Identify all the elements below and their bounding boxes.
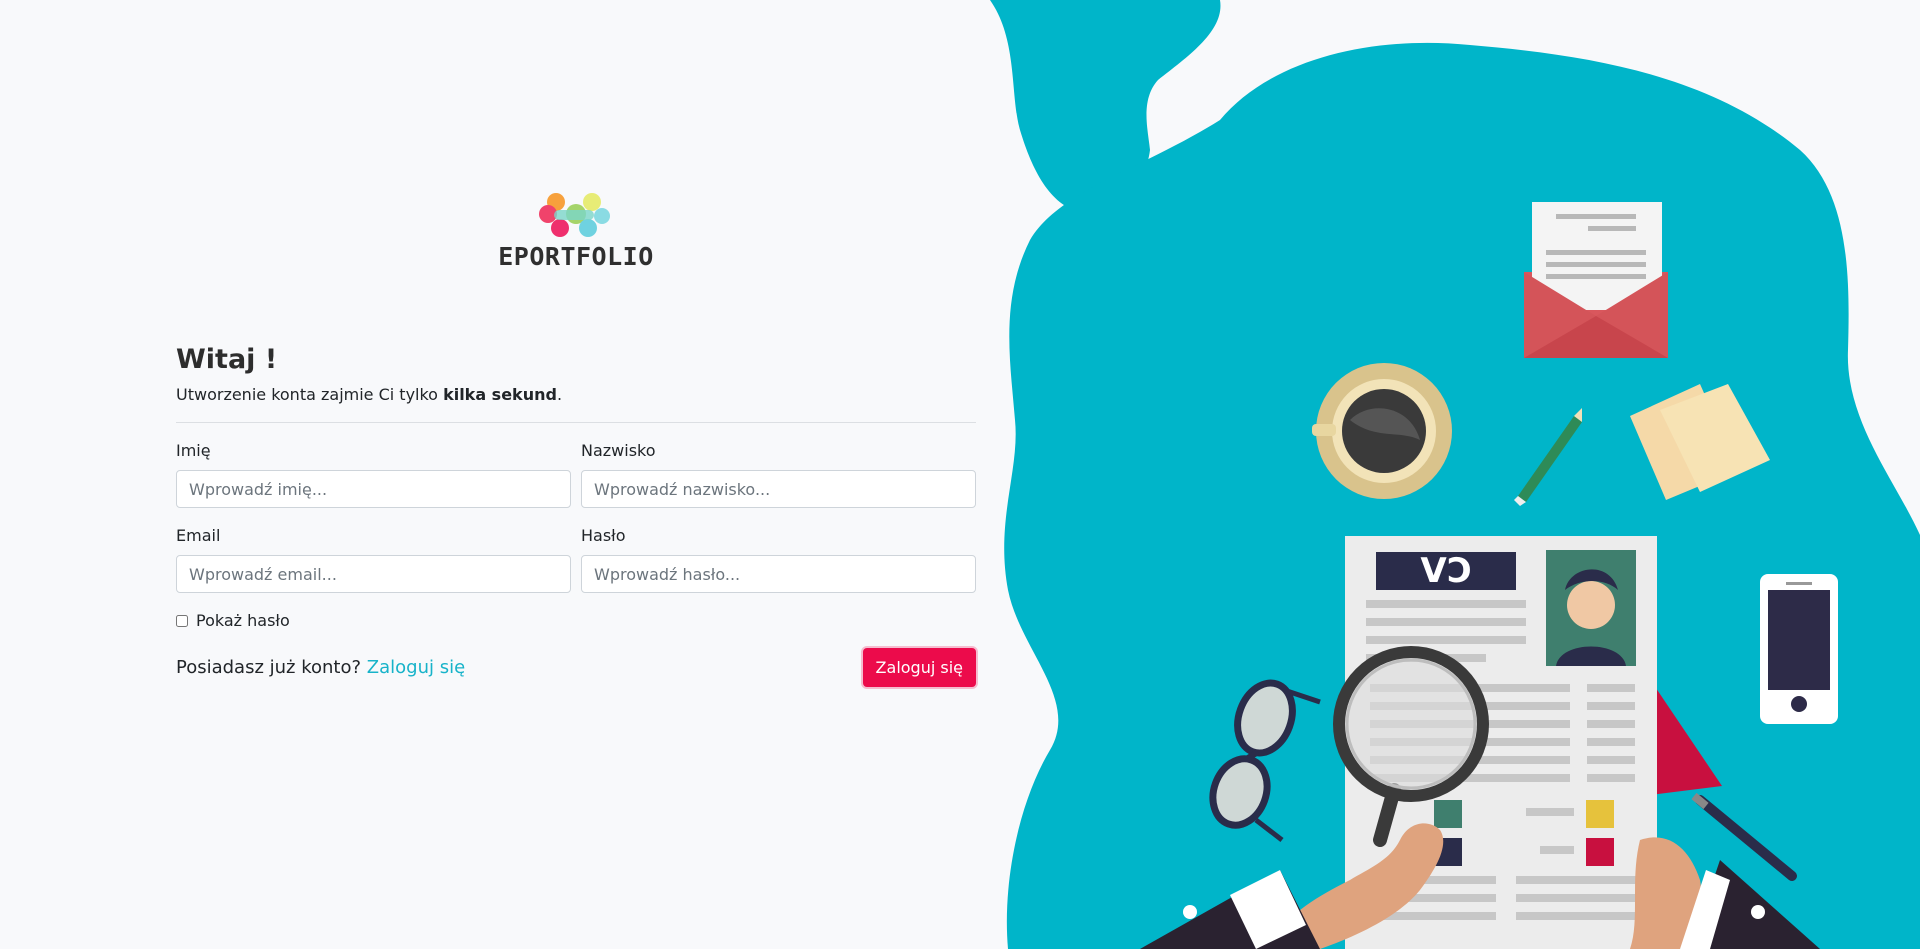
envelope-icon — [1524, 202, 1668, 358]
subtitle-pre: Utworzenie konta zajmie Ci tylko — [176, 385, 444, 404]
show-password-checkbox[interactable] — [176, 614, 188, 627]
last-name-input[interactable] — [581, 470, 976, 508]
credentials-row: Email Hasło — [176, 526, 976, 593]
cv-illustration: CV — [990, 0, 1920, 949]
show-password-row: Pokaż hasło — [176, 611, 976, 630]
signup-form: Witaj ! Utworzenie konta zajmie Ci tylko… — [176, 343, 976, 687]
password-group: Hasło — [581, 526, 976, 593]
first-name-input[interactable] — [176, 470, 571, 508]
email-group: Email — [176, 526, 571, 593]
last-name-label: Nazwisko — [581, 441, 656, 460]
smartphone-icon — [1760, 574, 1838, 724]
email-label: Email — [176, 526, 221, 545]
subtitle-post: . — [556, 385, 563, 404]
brand-name: EPORTFOLIO — [498, 242, 654, 271]
eportfolio-logo: EPORTFOLIO — [484, 188, 668, 272]
divider — [176, 422, 976, 423]
submit-button[interactable]: Zaloguj się — [862, 648, 976, 687]
have-account-text: Posiadasz już konto? — [176, 657, 362, 678]
password-input[interactable] — [581, 555, 976, 593]
page-title: Witaj ! — [176, 344, 278, 375]
form-footer: Posiadasz już konto? Zaloguj się Zaloguj… — [176, 648, 976, 687]
subtitle-bold: kilka sekund — [443, 385, 557, 404]
signup-panel: EPORTFOLIO Witaj ! Utworzenie konta zajm… — [0, 0, 1000, 949]
last-name-group: Nazwisko — [581, 441, 976, 508]
have-account-line: Posiadasz już konto? Zaloguj się — [176, 657, 465, 678]
logo-mark-icon — [539, 193, 610, 237]
subtitle: Utworzenie konta zajmie Ci tylko kilka s… — [176, 385, 976, 404]
email-input[interactable] — [176, 555, 571, 593]
first-name-label: Imię — [176, 441, 211, 460]
password-label: Hasło — [581, 526, 626, 545]
name-row: Imię Nazwisko — [176, 441, 976, 508]
login-link[interactable]: Zaloguj się — [367, 657, 465, 678]
illustration-svg: CV — [990, 0, 1920, 949]
cv-label: CV — [1420, 551, 1472, 591]
first-name-group: Imię — [176, 441, 571, 508]
show-password-label[interactable]: Pokaż hasło — [196, 611, 290, 630]
